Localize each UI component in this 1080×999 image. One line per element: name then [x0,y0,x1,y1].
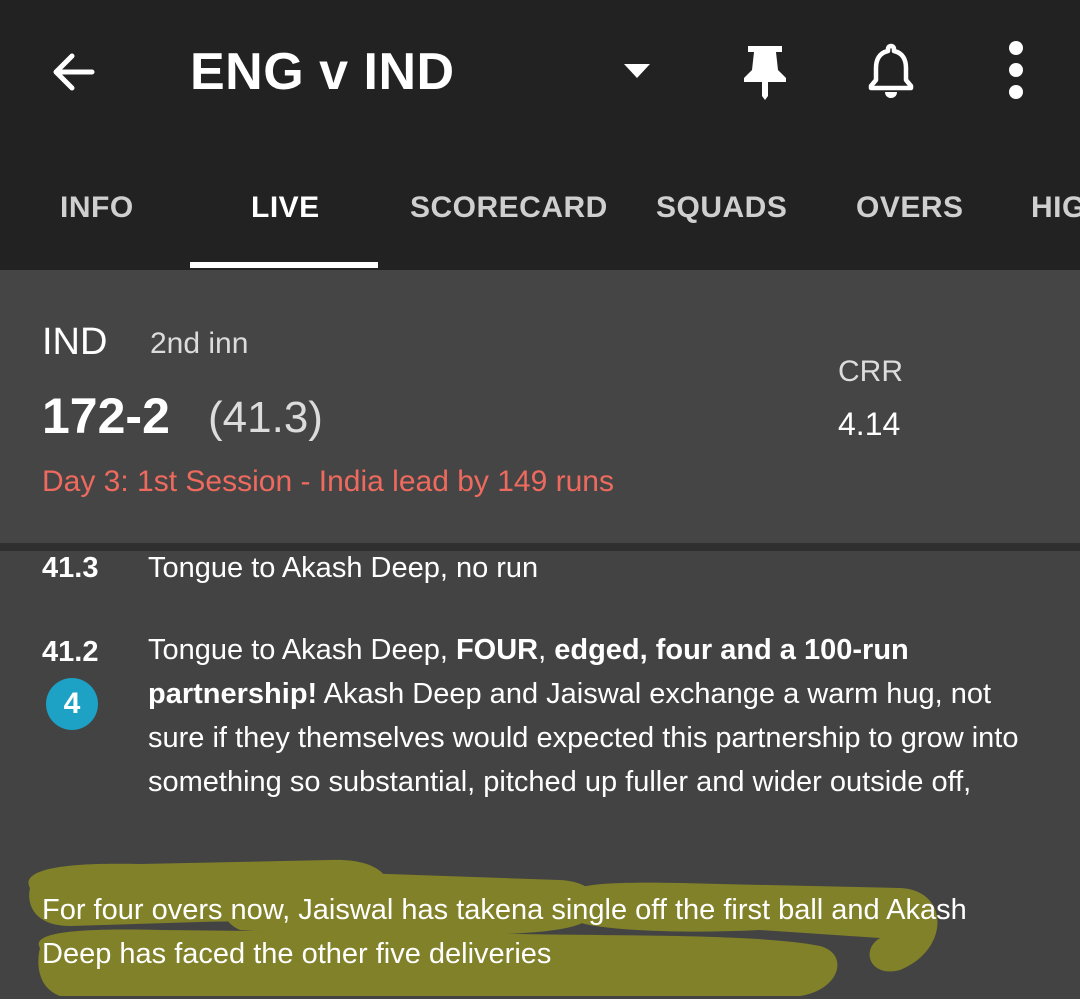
crr-label: CRR [838,355,903,388]
commentary-over-number: 41.3 [42,552,99,584]
commentary-text: Tongue to Akash Deep, no run [148,552,539,584]
commentary-lead: Tongue to Akash Deep, [148,634,456,666]
score-overs: (41.3) [208,393,323,442]
tab-squads[interactable]: SQUADS [656,188,787,228]
commentary-text: Tongue to Akash Deep, FOUR, edged, four … [148,628,1028,804]
more-vert-icon[interactable] [1000,40,1032,102]
back-arrow-icon[interactable] [48,46,100,98]
innings-label: 2nd inn [150,327,249,360]
tab-highlights[interactable]: HIG [1031,188,1080,228]
match-title[interactable]: ENG v IND [190,40,455,104]
four-badge: 4 [46,678,98,730]
tab-live[interactable]: LIVE [251,188,320,228]
pin-icon[interactable] [740,40,790,100]
tab-overs[interactable]: OVERS [856,188,964,228]
commentary-separator: , [538,634,555,666]
bell-icon[interactable] [864,40,918,100]
commentary-note: For four overs now, Jaiswal has takena s… [42,894,967,970]
app-bar: ENG v IND INFO LIVE SCORECARD SQUADS OVE… [0,0,1080,270]
match-status: Day 3: 1st Session - India lead by 149 r… [42,465,614,498]
dropdown-icon[interactable] [620,56,654,84]
crr-value: 4.14 [838,406,901,442]
score-runs-wickets: 172-2 [42,388,170,444]
active-tab-indicator [190,262,378,268]
tab-bar: INFO LIVE SCORECARD SQUADS OVERS HIG [0,170,1080,270]
tab-scorecard[interactable]: SCORECARD [410,188,608,228]
batting-team: IND [42,321,108,363]
commentary-over-number: 41.2 [42,636,99,668]
commentary-bold-four: FOUR [455,634,539,666]
tab-info[interactable]: INFO [60,188,134,228]
